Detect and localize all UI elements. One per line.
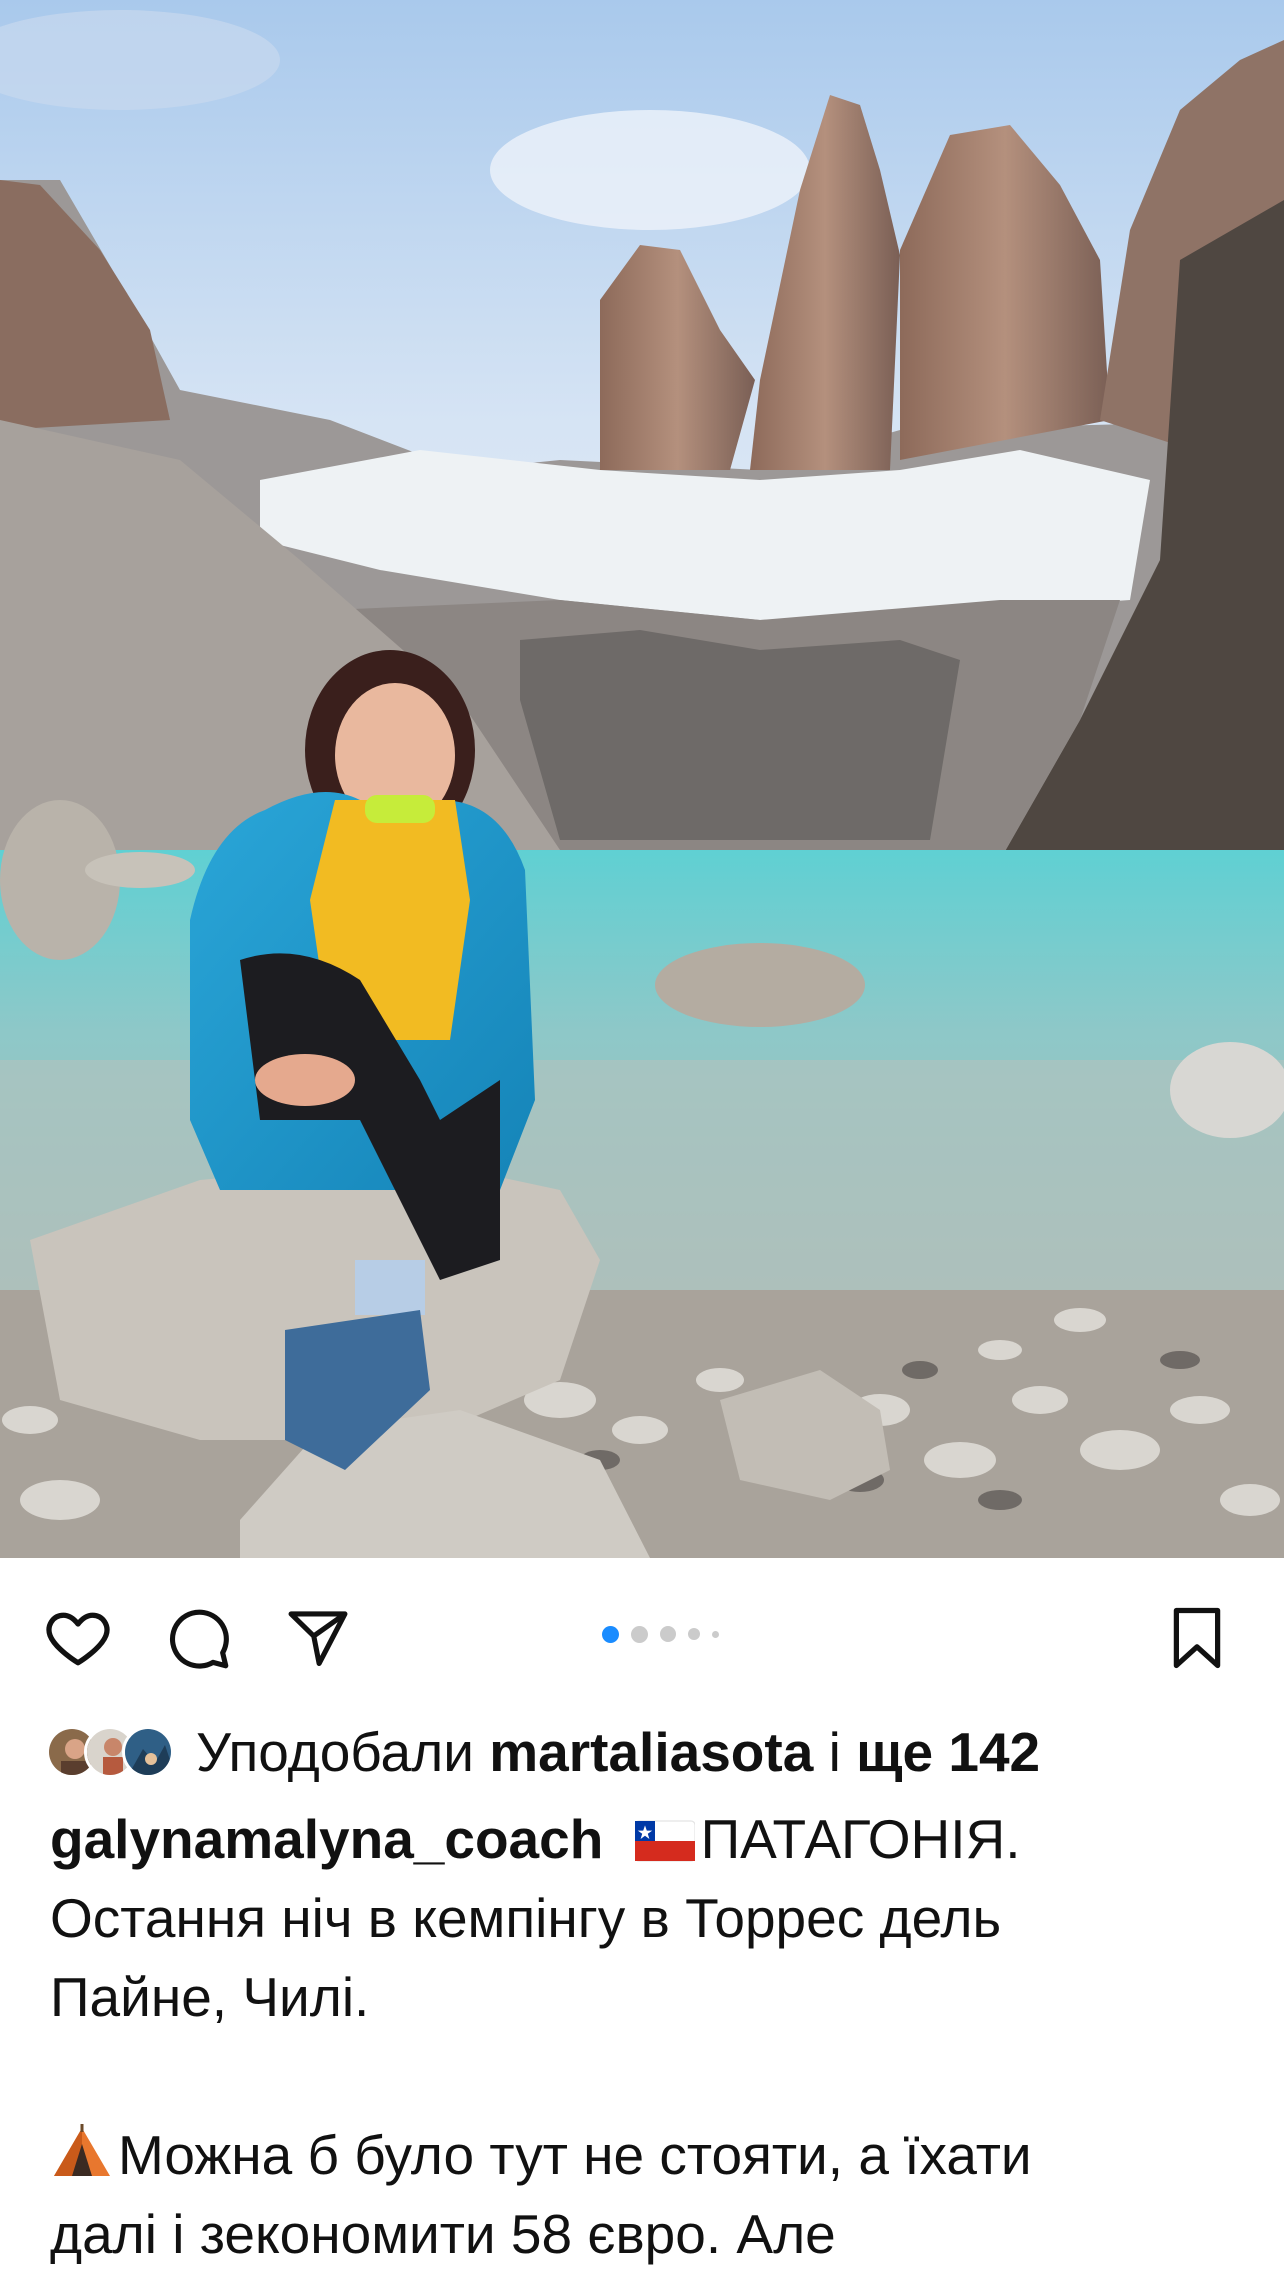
tent-icon	[54, 2124, 110, 2176]
avatar	[122, 1726, 174, 1778]
caption-line-3: Пайне, Чилі.	[50, 1966, 370, 2028]
post-image	[0, 0, 1284, 1558]
carousel-dot-5	[712, 1630, 719, 1638]
post-photo[interactable]	[0, 0, 1284, 1558]
save-button[interactable]	[1157, 1598, 1237, 1678]
like-button[interactable]	[38, 1598, 118, 1678]
liker-username[interactable]: martaliasota	[489, 1721, 813, 1783]
likes-joiner: і	[828, 1721, 841, 1783]
share-button[interactable]	[278, 1598, 358, 1678]
caption-line-1: ПАТАГОНІЯ.	[700, 1808, 1021, 1870]
carousel-dot-1	[602, 1625, 619, 1643]
send-icon	[288, 1611, 348, 1667]
post-caption: galynamalyna_coach ПАТАГОНІЯ. Остання ні…	[50, 1800, 1250, 2274]
liker-avatars[interactable]	[46, 1726, 174, 1778]
caption-line-5: далі і зекономити 58 євро. Але	[50, 2203, 836, 2265]
likes-text: Уподобали martaliasota і ще 142	[196, 1720, 1040, 1784]
post-actions-bar	[0, 1558, 1284, 1708]
likes-count[interactable]: ще 142	[856, 1721, 1040, 1783]
comment-icon	[169, 1609, 229, 1669]
carousel-indicator	[602, 1624, 719, 1644]
caption-line-4: Можна б було тут не стояти, а їхати	[118, 2124, 1032, 2186]
likes-prefix: Уподобали	[196, 1721, 474, 1783]
carousel-dot-2	[631, 1625, 648, 1643]
likes-summary[interactable]: Уподобали martaliasota і ще 142	[46, 1720, 1040, 1784]
chile-flag-icon	[634, 1820, 695, 1862]
comment-button[interactable]	[158, 1598, 238, 1678]
caption-line-2: Остання ніч в кемпінгу в Торрес дель	[50, 1887, 1002, 1949]
heart-icon	[46, 1612, 110, 1666]
carousel-dot-4	[688, 1628, 700, 1640]
caption-username[interactable]: galynamalyna_coach	[50, 1808, 603, 1870]
carousel-dot-3	[660, 1626, 676, 1642]
bookmark-icon	[1173, 1607, 1221, 1669]
